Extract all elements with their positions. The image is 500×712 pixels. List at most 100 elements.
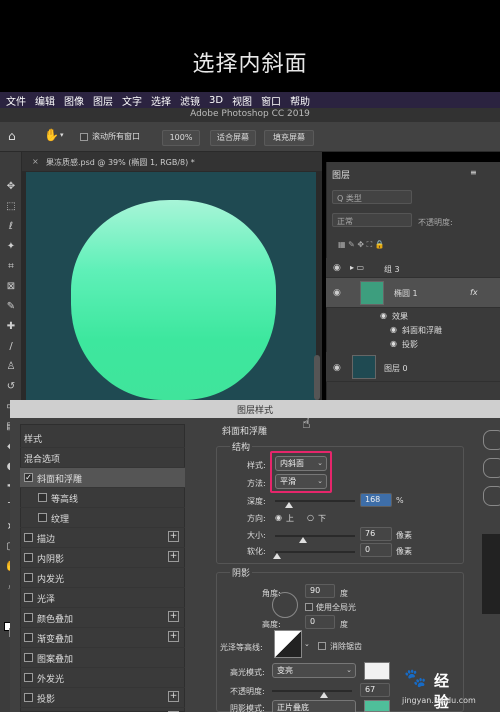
frame-tool-icon[interactable]: ⊠ <box>4 280 18 294</box>
radio-icon[interactable]: ○ <box>307 513 314 522</box>
magic-wand-icon[interactable]: ✦ <box>4 240 18 254</box>
fx-icon[interactable]: fx <box>470 288 478 297</box>
size-input[interactable]: 76 <box>360 527 392 541</box>
lock-icons[interactable]: ▦ ✎ ✥ ⛶ 🔒 <box>338 240 385 250</box>
global-light-checkbox[interactable] <box>305 603 313 611</box>
style-list-item[interactable]: 渐变叠加 + <box>20 628 185 648</box>
effects-eye-icon[interactable]: ◉ <box>380 311 387 320</box>
style-checkbox[interactable] <box>38 513 47 522</box>
style-checkbox[interactable] <box>24 693 33 702</box>
style-list-item[interactable]: 投影 + <box>20 688 185 708</box>
fill-screen-button[interactable]: 填充屏幕 <box>264 130 314 146</box>
style-list-item[interactable]: 图案叠加 <box>20 648 185 668</box>
stamp-tool-icon[interactable]: ♙ <box>4 360 18 374</box>
style-list-item[interactable]: 样式 <box>20 428 185 448</box>
altitude-input[interactable]: 0 <box>305 615 335 629</box>
gloss-contour-picker[interactable] <box>274 630 302 658</box>
add-effect-icon[interactable]: + <box>168 611 179 622</box>
depth-input[interactable]: 168 <box>360 493 392 507</box>
home-icon[interactable]: ⌂ <box>8 129 16 143</box>
shadow-color-swatch[interactable] <box>364 700 390 712</box>
style-list-item[interactable]: 外发光 <box>20 668 185 688</box>
new-style-button[interactable] <box>483 486 500 506</box>
antialias-checkbox[interactable] <box>318 642 326 650</box>
zoom-100-button[interactable]: 100% <box>162 130 200 146</box>
menu-image[interactable]: 图像 <box>64 93 84 108</box>
style-checkbox[interactable] <box>24 593 33 602</box>
close-icon[interactable]: × <box>32 157 39 166</box>
eye-icon[interactable]: ◉ <box>333 263 341 273</box>
radio-selected-icon[interactable]: ◉ <box>275 513 282 522</box>
style-checkbox[interactable] <box>24 653 33 662</box>
eye-icon[interactable]: ◉ <box>333 363 341 373</box>
soften-slider-knob[interactable] <box>273 553 281 559</box>
effect-bevel[interactable]: 斜面和浮雕 <box>402 325 442 336</box>
angle-dial[interactable] <box>272 592 298 618</box>
style-list-item[interactable]: 纹理 <box>20 508 185 528</box>
menu-layer[interactable]: 图层 <box>93 93 113 108</box>
menu-help[interactable]: 帮助 <box>290 93 310 108</box>
canvas[interactable] <box>26 172 316 407</box>
style-list-item[interactable]: ✓ 斜面和浮雕 <box>20 468 185 488</box>
dialog-title-bar[interactable]: 图层样式 <box>10 400 500 418</box>
style-list-item[interactable]: 描边 + <box>20 528 185 548</box>
marquee-tool-icon[interactable]: ⬚ <box>4 200 18 214</box>
layer-kind-filter[interactable]: Q 类型 <box>332 190 412 204</box>
add-effect-icon[interactable]: + <box>168 531 179 542</box>
crop-tool-icon[interactable]: ⌗ <box>4 260 18 274</box>
highlight-opacity-input[interactable]: 67 <box>360 683 390 697</box>
ok-button[interactable] <box>483 430 500 450</box>
style-checkbox[interactable] <box>24 553 33 562</box>
menu-edit[interactable]: 编辑 <box>35 93 55 108</box>
history-brush-icon[interactable]: ↺ <box>4 380 18 394</box>
size-slider-knob[interactable] <box>299 537 307 543</box>
style-checkbox[interactable] <box>24 613 33 622</box>
document-tab[interactable]: × 果冻质感.psd @ 39% (椭圆 1, RGB/8) * <box>22 152 322 172</box>
canvas-scrollbar[interactable] <box>314 355 320 400</box>
style-list-item[interactable]: 内发光 <box>20 568 185 588</box>
add-effect-icon[interactable]: + <box>168 691 179 702</box>
style-list-item[interactable]: 等高线 <box>20 488 185 508</box>
eye-icon[interactable]: ◉ <box>333 288 341 298</box>
add-effect-icon[interactable]: + <box>168 551 179 562</box>
scroll-all-checkbox[interactable] <box>80 133 88 141</box>
soften-slider[interactable] <box>275 551 355 553</box>
effect-eye-icon[interactable]: ◉ <box>390 325 397 334</box>
menu-window[interactable]: 窗口 <box>261 93 281 108</box>
chevron-down-icon[interactable]: ⌄ <box>304 640 310 648</box>
style-checkbox[interactable]: ✓ <box>24 473 33 482</box>
soften-input[interactable]: 0 <box>360 543 392 557</box>
chevron-down-icon[interactable]: ▾ <box>60 131 64 139</box>
eyedropper-icon[interactable]: ✎ <box>4 300 18 314</box>
brush-tool-icon[interactable]: / <box>4 340 18 354</box>
style-list-item[interactable]: 内阴影 + <box>20 548 185 568</box>
healing-brush-icon[interactable]: ✚ <box>4 320 18 334</box>
layers-tab[interactable]: 图层 <box>332 168 350 181</box>
blend-mode-select[interactable]: 正常 <box>332 213 412 227</box>
effect-shadow[interactable]: 投影 <box>402 339 418 350</box>
highlight-opacity-knob[interactable] <box>320 692 328 698</box>
menu-3d[interactable]: 3D <box>209 95 223 106</box>
effect-eye-icon[interactable]: ◉ <box>390 339 397 348</box>
menu-view[interactable]: 视图 <box>232 93 252 108</box>
fit-screen-button[interactable]: 适合屏幕 <box>210 130 256 146</box>
style-list-item[interactable]: 混合选项 <box>20 448 185 468</box>
menu-file[interactable]: 文件 <box>6 93 26 108</box>
menu-select[interactable]: 选择 <box>151 93 171 108</box>
menu-filter[interactable]: 滤镜 <box>180 93 200 108</box>
style-list-item[interactable]: ✓投影+ <box>20 708 185 712</box>
panel-menu-icon[interactable]: ≡ <box>470 168 477 177</box>
style-checkbox[interactable] <box>38 493 47 502</box>
menu-type[interactable]: 文字 <box>122 93 142 108</box>
shadow-mode-select[interactable]: 正片叠底 <box>272 700 356 712</box>
size-slider[interactable] <box>275 535 355 537</box>
style-checkbox[interactable] <box>24 673 33 682</box>
add-effect-icon[interactable]: + <box>168 631 179 642</box>
highlight-color-swatch[interactable] <box>364 662 390 680</box>
style-list-item[interactable]: 颜色叠加 + <box>20 608 185 628</box>
move-tool-icon[interactable]: ✥ <box>4 180 18 194</box>
depth-slider-knob[interactable] <box>285 502 293 508</box>
hand-tool-icon[interactable]: ✋ <box>44 128 59 142</box>
angle-input[interactable]: 90 <box>305 584 335 598</box>
style-checkbox[interactable] <box>24 633 33 642</box>
